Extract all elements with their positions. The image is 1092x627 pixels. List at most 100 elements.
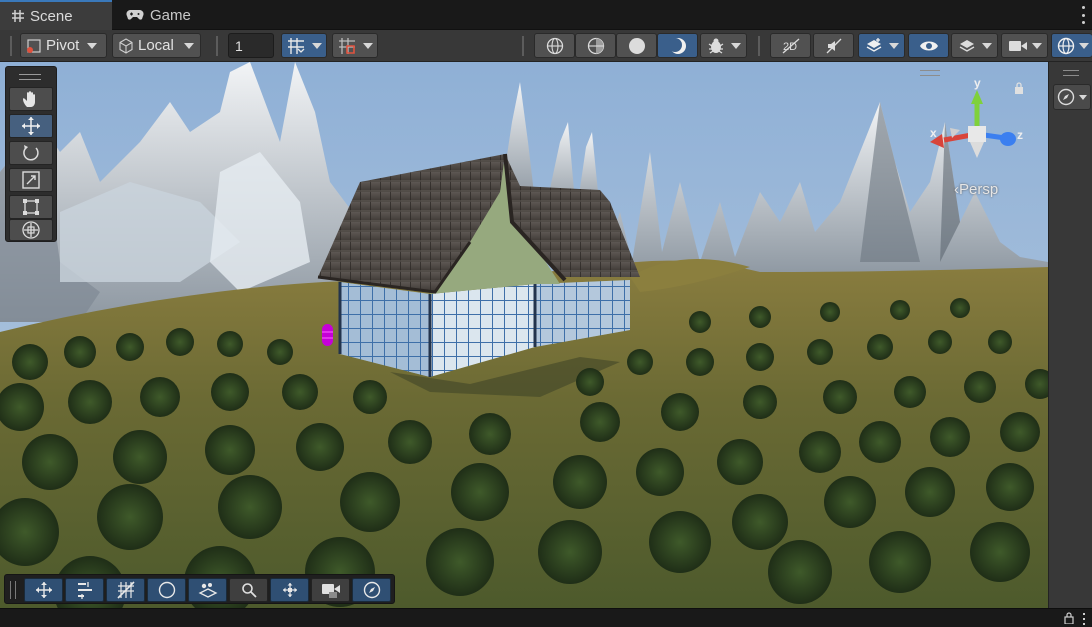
align-bars-icon	[76, 581, 94, 599]
chevron-down-icon	[1079, 94, 1087, 100]
moon-lighting-icon	[668, 37, 687, 55]
tab-scene[interactable]: Scene	[0, 0, 112, 30]
eye-icon	[919, 39, 939, 53]
rotate-tool-button[interactable]	[9, 141, 53, 165]
gizmo-z-label: z	[1017, 128, 1023, 142]
chevron-down-icon	[183, 42, 194, 49]
side-overlay-panel	[1048, 62, 1092, 608]
move-pivot-icon	[281, 581, 299, 599]
solid-sphere-icon	[628, 37, 646, 55]
move-tool-button[interactable]	[9, 114, 53, 138]
layers-dropdown[interactable]	[951, 33, 998, 58]
projection-toggle[interactable]: ‹Persp	[954, 181, 998, 198]
toolbar-grip[interactable]	[522, 36, 524, 56]
gizmo-grip[interactable]	[920, 70, 940, 76]
grid-snap-icon	[287, 37, 305, 55]
grid-off-icon	[116, 581, 135, 599]
grid-hash-icon	[12, 10, 24, 22]
pivot-icon	[26, 38, 42, 54]
audio-toggle[interactable]	[813, 33, 854, 58]
wireframe-shading-button[interactable]	[534, 33, 575, 58]
increment-snap-toggle[interactable]	[332, 33, 378, 58]
bug-icon	[707, 37, 725, 55]
tab-scene-label: Scene	[30, 7, 73, 25]
local-label: Local	[138, 37, 174, 54]
camera-preview-icon	[321, 581, 341, 599]
hand-tool-button[interactable]	[9, 87, 53, 111]
compass-icon	[1057, 88, 1075, 106]
scene-viewport[interactable]: y x z ‹Persp	[0, 62, 1048, 608]
lock-icon[interactable]	[1064, 612, 1074, 627]
orientation-toggle-button[interactable]	[352, 578, 391, 602]
2d-icon: 2D	[781, 37, 801, 55]
scene-editor-window: Scene Game Pivot Local 1 y x z ‹Persp	[0, 0, 1092, 627]
hand-icon	[21, 89, 41, 109]
cube-icon	[118, 37, 134, 54]
scale-icon	[21, 170, 41, 190]
grid-visibility-button[interactable]	[106, 578, 145, 602]
tab-game[interactable]: Game	[114, 0, 204, 30]
align-tool-button[interactable]	[65, 578, 104, 602]
layers-icon	[958, 37, 976, 55]
lighting-toggle-button[interactable]	[657, 33, 698, 58]
layers-effects-icon	[198, 581, 218, 599]
chevron-down-icon	[363, 42, 373, 49]
pivot-dropdown[interactable]: Pivot	[20, 33, 107, 58]
gizmo-y-label: y	[974, 76, 981, 90]
rect-tool-button[interactable]	[9, 195, 53, 219]
shaded-wireframe-button[interactable]	[575, 33, 616, 58]
chevron-down-icon	[982, 42, 992, 49]
grid-snap-increment-input[interactable]	[228, 33, 274, 58]
local-dropdown[interactable]: Local	[112, 33, 201, 58]
scene-render	[0, 62, 1048, 608]
pivot-mode-button[interactable]	[270, 578, 309, 602]
transform-combined-icon	[21, 220, 41, 240]
orientation-overlay-button[interactable]	[1053, 84, 1091, 110]
side-panel-grip[interactable]	[1063, 70, 1079, 76]
gizmo-effects-dropdown[interactable]	[700, 33, 747, 58]
chevron-down-icon	[1079, 42, 1089, 49]
scene-visibility-toggle[interactable]	[908, 33, 949, 58]
video-camera-icon	[1008, 39, 1028, 53]
move-arrows-icon	[35, 581, 53, 599]
toolbar-grip[interactable]	[216, 36, 218, 56]
move-handles-button[interactable]	[24, 578, 63, 602]
bottom-overlay-grip[interactable]	[10, 581, 16, 599]
grid-snapping-toggle[interactable]	[281, 33, 327, 58]
bottom-tool-settings-overlay	[4, 574, 395, 604]
gizmo-globe-icon	[1057, 37, 1075, 55]
camera-settings-dropdown[interactable]	[1001, 33, 1048, 58]
moon-lighting-icon	[158, 581, 176, 599]
transform-tool-button[interactable]	[9, 219, 53, 241]
more-options-icon[interactable]	[1080, 6, 1086, 24]
move-arrows-icon	[21, 116, 41, 136]
shaded-wireframe-sphere-icon	[587, 37, 605, 55]
chevron-down-icon	[731, 42, 741, 49]
compass-icon	[363, 581, 381, 599]
tools-overlay-grip[interactable]	[19, 74, 41, 80]
chevron-down-icon	[1032, 42, 1042, 49]
toolbar-grip[interactable]	[758, 36, 760, 56]
scene-effects-dropdown[interactable]	[858, 33, 905, 58]
toolbar-grip[interactable]	[10, 36, 12, 56]
more-options-icon[interactable]	[1082, 613, 1086, 625]
tab-game-label: Game	[150, 6, 191, 24]
pivot-label: Pivot	[46, 37, 80, 54]
chevron-down-icon	[889, 42, 899, 49]
cameras-overlay-button[interactable]	[311, 578, 350, 602]
status-bar	[0, 608, 1092, 627]
rect-transform-icon	[21, 197, 41, 217]
layers-effects-icon	[865, 37, 883, 55]
gamepad-icon	[126, 9, 144, 21]
2d-view-toggle[interactable]: 2D	[770, 33, 811, 58]
search-button[interactable]	[229, 578, 268, 602]
shaded-button[interactable]	[616, 33, 657, 58]
search-icon	[241, 582, 257, 598]
scene-toolbar: Pivot Local 1	[0, 30, 1092, 62]
rotate-icon	[21, 143, 41, 163]
layers-overlay-button[interactable]	[188, 578, 227, 602]
gizmos-dropdown[interactable]	[1051, 33, 1092, 58]
gizmo-x-label: x	[930, 126, 937, 140]
lighting-overlay-button[interactable]	[147, 578, 186, 602]
scale-tool-button[interactable]	[9, 168, 53, 192]
